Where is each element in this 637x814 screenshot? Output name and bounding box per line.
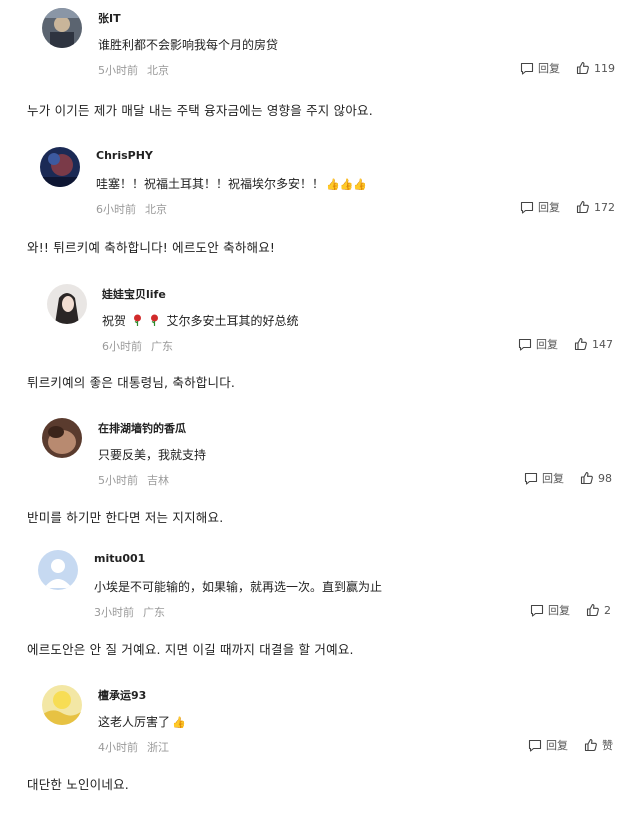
thumbs-up-icon — [576, 200, 589, 214]
translation-text: 와!! 튀르키예 축하합니다! 에르도안 축하해요! — [27, 240, 276, 255]
username[interactable]: mitu001 — [94, 552, 145, 565]
like-button[interactable]: 172 — [576, 200, 615, 214]
username[interactable]: 张IT — [98, 10, 121, 26]
comment-location: 吉林 — [147, 474, 169, 487]
like-button[interactable]: 98 — [580, 471, 612, 485]
comment-location: 广东 — [143, 606, 165, 619]
comment-time: 3小时前 — [94, 606, 134, 619]
avatar[interactable] — [42, 418, 82, 458]
translation-text: 튀르키예의 좋은 대통령님, 축하합니다. — [27, 375, 236, 390]
comment-text-body: 这老人厉害了 — [98, 715, 171, 729]
comment-meta: 5小时前 北京 — [98, 62, 169, 78]
comment-actions: 回复 147 — [518, 336, 613, 352]
comment-text: 只要反美，我就支持 — [98, 448, 207, 462]
comment-text: 谁胜利都不会影响我每个月的房贷 — [98, 38, 279, 52]
reply-button[interactable]: 回复 — [530, 602, 570, 618]
comment-actions: 回复 2 — [530, 602, 611, 618]
like-count: 2 — [604, 603, 611, 617]
comment-text: 这老人厉害了 👍 — [98, 713, 186, 730]
reply-icon — [530, 604, 544, 617]
username[interactable]: ChrisPHY — [96, 149, 153, 162]
reply-icon — [518, 338, 532, 351]
translation-text: 누가 이기든 제가 매달 내는 주택 융자금에는 영향을 주지 않아요. — [27, 103, 373, 118]
like-count: 147 — [592, 337, 613, 351]
reply-icon — [520, 201, 534, 214]
comment-text-body: 哇塞！！祝福土耳其！！祝福埃尔多安！！ — [96, 177, 325, 191]
avatar[interactable] — [38, 550, 78, 590]
thumbs-up-icon — [586, 603, 599, 617]
comment-actions: 回复 119 — [520, 60, 615, 76]
like-count: 119 — [594, 61, 615, 75]
comment-location: 北京 — [147, 64, 169, 77]
like-button[interactable]: 119 — [576, 61, 615, 75]
comment-time: 5小时前 — [98, 474, 138, 487]
comment-text: 小埃是不可能输的，如果输，就再选一次。直到赢为止 — [94, 580, 383, 594]
avatar[interactable] — [42, 685, 82, 725]
comment-actions: 回复 172 — [520, 199, 615, 215]
reply-label: 回复 — [548, 604, 570, 617]
like-count: 172 — [594, 200, 615, 214]
avatar[interactable] — [42, 8, 82, 48]
reply-icon — [528, 739, 542, 752]
reply-label: 回复 — [546, 739, 568, 752]
comment-time: 6小时前 — [96, 203, 136, 216]
reply-label: 回复 — [538, 201, 560, 214]
rose-icon — [150, 314, 158, 326]
like-button[interactable]: 赞 — [584, 737, 613, 753]
reply-button[interactable]: 回复 — [520, 60, 560, 76]
translation-text: 에르도안은 안 질 거예요. 지면 이길 때까지 대결을 할 거예요. — [27, 642, 354, 657]
avatar[interactable] — [40, 147, 80, 187]
comment-text-prefix: 祝贺 — [102, 314, 127, 328]
thumbs-up-icon — [576, 61, 589, 75]
reply-button[interactable]: 回复 — [518, 336, 558, 352]
thumbs-up-icon — [580, 471, 593, 485]
comment-actions: 回复 98 — [524, 470, 612, 486]
avatar[interactable] — [47, 284, 87, 324]
comment-actions: 回复 赞 — [528, 737, 613, 753]
comment-text-body: 艾尔多安土耳其的好总统 — [166, 314, 299, 328]
comment-time: 4小时前 — [98, 741, 138, 754]
username[interactable]: 娃娃宝贝life — [102, 286, 166, 302]
username[interactable]: 在排湖墙钓的香瓜 — [98, 420, 186, 436]
reply-label: 回复 — [536, 338, 558, 351]
comment-time: 5小时前 — [98, 64, 138, 77]
like-count: 98 — [598, 471, 612, 485]
comment-meta: 6小时前 北京 — [96, 201, 167, 217]
comment-location: 北京 — [145, 203, 167, 216]
comment-time: 6小时前 — [102, 340, 142, 353]
translation-text: 반미를 하기만 한다면 저는 지지해요. — [27, 510, 224, 525]
reply-button[interactable]: 回复 — [524, 470, 564, 486]
comment-meta: 3小时前 广东 — [94, 604, 165, 620]
thumbs-up-emoji-icon: 👍👍👍 — [326, 178, 368, 191]
comment-location: 广东 — [151, 340, 173, 353]
username[interactable]: 檀承运93 — [98, 687, 146, 703]
like-button[interactable]: 147 — [574, 337, 613, 351]
comment-meta: 4小时前 浙江 — [98, 739, 169, 755]
comment-meta: 5小时前 吉林 — [98, 472, 169, 488]
reply-label: 回复 — [538, 62, 560, 75]
comment-location: 浙江 — [147, 741, 169, 754]
reply-label: 回复 — [542, 472, 564, 485]
reply-icon — [520, 62, 534, 75]
comment-text: 哇塞！！祝福土耳其！！祝福埃尔多安！！ 👍👍👍 — [96, 175, 367, 192]
translation-text: 대단한 노인이네요. — [27, 777, 129, 792]
rose-icon — [133, 314, 141, 326]
reply-icon — [524, 472, 538, 485]
reply-button[interactable]: 回复 — [520, 199, 560, 215]
reply-button[interactable]: 回复 — [528, 737, 568, 753]
thumbs-up-icon — [584, 738, 597, 752]
like-count: 赞 — [602, 739, 613, 752]
thumbs-up-icon — [574, 337, 587, 351]
comment-meta: 6小时前 广东 — [102, 338, 173, 354]
like-button[interactable]: 2 — [586, 603, 611, 617]
comment-text: 祝贺 艾尔多安土耳其的好总统 — [102, 312, 299, 329]
thumbs-up-emoji-icon: 👍 — [172, 716, 186, 729]
